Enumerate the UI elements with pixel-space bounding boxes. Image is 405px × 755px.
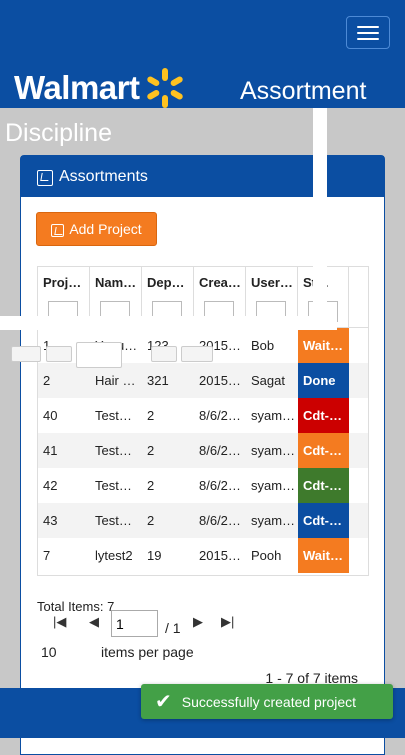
cell-user: syam… <box>251 513 296 528</box>
table-row[interactable]: 42 Test… 2 8/6/2… syam… Cdt-… <box>38 468 368 503</box>
status-badge: Wait… <box>298 538 349 573</box>
cell-project: 7 <box>43 548 51 563</box>
table-row[interactable]: 40 Test… 2 8/6/2… syam… Cdt-… <box>38 398 368 433</box>
items-per-page-select[interactable]: 10 <box>41 644 57 660</box>
status-badge: Cdt-… <box>298 503 349 538</box>
cell-user: syam… <box>251 478 296 493</box>
cell-name: Test… <box>95 408 132 423</box>
cart-icon <box>37 169 53 186</box>
add-project-label: Add Project <box>69 221 142 237</box>
cell-created: 2015… <box>199 548 241 563</box>
cell-user: Sagat <box>251 373 285 388</box>
cell-project: 41 <box>43 443 58 458</box>
success-toast[interactable]: ✔ Successfully created project <box>141 684 393 719</box>
cell-user: syam… <box>251 408 296 423</box>
walmart-logo[interactable]: Walmart <box>14 66 187 110</box>
cell-user: Bob <box>251 338 275 353</box>
first-page-icon[interactable]: |◀ <box>53 614 66 630</box>
last-page-icon[interactable]: ▶| <box>221 614 234 630</box>
ghost-control <box>181 346 213 362</box>
cell-name: lytest2 <box>95 548 133 563</box>
page-title: Assortment <box>240 77 367 105</box>
ghost-control <box>76 342 122 368</box>
table-row[interactable]: 2 Hair … 321 2015… Sagat Done <box>38 363 368 398</box>
panel-header: Assortments <box>21 156 384 197</box>
overlay-strip <box>0 316 337 330</box>
cell-user: syam… <box>251 443 296 458</box>
add-project-button[interactable]: Add Project <box>36 212 157 246</box>
cell-name: Test… <box>95 443 132 458</box>
cell-dept: 2 <box>147 443 155 458</box>
status-badge: Cdt-… <box>298 433 349 468</box>
overlay-strip <box>313 108 327 323</box>
cell-dept: 321 <box>147 373 169 388</box>
column-title: Crea… <box>199 275 241 290</box>
cell-name: Hair … <box>95 373 136 388</box>
status-badge: Cdt-… <box>298 398 349 433</box>
pager: |◀ ◀ / 1 ▶ ▶| <box>37 608 367 638</box>
cell-dept: 2 <box>147 513 155 528</box>
cell-created: 8/6/2… <box>199 408 241 423</box>
column-title: User… <box>251 275 293 290</box>
items-per-page-label: items per page <box>101 644 194 660</box>
status-badge: Cdt-… <box>298 468 349 503</box>
assortments-panel: Assortments Add Project Proj… Nam… Dep… … <box>20 155 385 755</box>
prev-page-icon[interactable]: ◀ <box>89 614 99 630</box>
cell-project: 2 <box>43 373 51 388</box>
cell-created: 8/6/2… <box>199 443 241 458</box>
ghost-control <box>46 346 72 362</box>
cell-created: 8/6/2… <box>199 478 241 493</box>
cart-icon <box>51 223 65 237</box>
cell-name: Test… <box>95 513 132 528</box>
page-number-input[interactable] <box>111 610 158 637</box>
cell-user: Pooh <box>251 548 282 563</box>
ghost-control <box>151 346 177 362</box>
table-row[interactable]: 41 Test… 2 8/6/2… syam… Cdt-… <box>38 433 368 468</box>
cell-created: 2015… <box>199 373 241 388</box>
column-title: Nam… <box>95 275 137 290</box>
next-page-icon[interactable]: ▶ <box>193 614 203 630</box>
panel-title: Assortments <box>59 167 148 185</box>
status-badge: Wait… <box>298 328 349 363</box>
cell-dept: 19 <box>147 548 162 563</box>
cell-project: 43 <box>43 513 58 528</box>
menu-bar <box>357 31 379 34</box>
ghost-control <box>11 346 41 362</box>
spark-icon <box>147 68 184 108</box>
table-row[interactable]: 7 lytest2 19 2015… Pooh Wait… <box>38 538 368 573</box>
column-title: Dep… <box>147 275 185 290</box>
app-header: Walmart Assortment <box>0 0 405 108</box>
cell-project: 40 <box>43 408 58 423</box>
cell-name: Test… <box>95 478 132 493</box>
check-icon: ✔ <box>155 691 172 713</box>
table-row[interactable]: 43 Test… 2 8/6/2… syam… Cdt-… <box>38 503 368 538</box>
menu-bar <box>357 37 379 40</box>
menu-bar <box>357 25 379 28</box>
menu-toggle-button[interactable] <box>346 16 390 49</box>
toast-message: Successfully created project <box>181 693 357 710</box>
cell-created: 8/6/2… <box>199 513 241 528</box>
cell-dept: 2 <box>147 408 155 423</box>
cell-project: 42 <box>43 478 58 493</box>
column-title: Proj… <box>43 275 82 290</box>
page-count: / 1 <box>165 620 181 636</box>
status-badge: Done <box>298 363 349 398</box>
brand-name: Walmart <box>14 69 140 106</box>
cell-dept: 2 <box>147 478 155 493</box>
page-title-continued: Discipline <box>5 119 112 147</box>
